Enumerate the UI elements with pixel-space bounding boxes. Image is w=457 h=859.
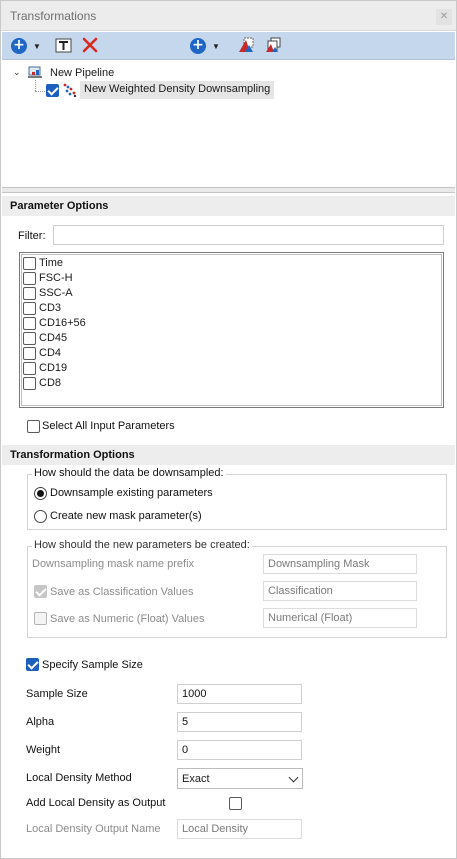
parameter-list-item[interactable]: CD3 xyxy=(22,301,432,316)
parameter-checkbox[interactable] xyxy=(23,347,36,360)
specify-sample-size-label: Specify Sample Size xyxy=(42,659,143,671)
parameter-checkbox[interactable] xyxy=(23,287,36,300)
parameter-list-item[interactable]: CD8 xyxy=(22,376,432,391)
parameter-checkbox[interactable] xyxy=(23,302,36,315)
classification-checkbox[interactable] xyxy=(34,585,47,598)
transformation-options-header: Transformation Options xyxy=(2,445,455,465)
parameter-label: CD16+56 xyxy=(39,317,86,329)
weight-label: Weight xyxy=(26,744,61,756)
splitter[interactable] xyxy=(2,187,455,193)
sample-size-input[interactable]: 1000 xyxy=(177,684,302,704)
tree-item-label[interactable]: New Weighted Density Downsampling xyxy=(80,81,275,99)
numeric-checkbox[interactable] xyxy=(34,612,47,625)
parameter-label: CD19 xyxy=(39,362,68,374)
radio-create-mask[interactable] xyxy=(34,510,47,523)
parameter-checkbox[interactable] xyxy=(23,332,36,345)
alpha-label: Alpha xyxy=(26,716,55,728)
transformations-window: Transformations ✕ + ▼ + ▼ ⌄ New Pipeline… xyxy=(0,0,457,859)
parameter-checkbox[interactable] xyxy=(23,362,36,375)
delete-icon[interactable] xyxy=(82,37,98,53)
numeric-label: Save as Numeric (Float) Values xyxy=(50,613,205,625)
parameter-checkbox[interactable] xyxy=(23,377,36,390)
parameter-label: FSC-H xyxy=(39,272,73,284)
filter-input[interactable] xyxy=(53,225,444,245)
parameter-options-header: Parameter Options xyxy=(2,196,455,216)
parameter-list-item[interactable]: SSC-A xyxy=(22,286,432,301)
radio-downsample-existing-label: Downsample existing parameters xyxy=(50,487,213,499)
add-transformation-icon[interactable]: + xyxy=(190,38,206,54)
local-density-output-label: Local Density Output Name xyxy=(26,823,161,835)
downsampling-icon xyxy=(63,83,77,98)
sample-size-label: Sample Size xyxy=(26,688,88,700)
radio-downsample-existing[interactable] xyxy=(34,487,47,500)
select-all-checkbox[interactable] xyxy=(27,420,40,433)
parameter-label: CD4 xyxy=(39,347,62,359)
numeric-input[interactable]: Numerical (Float) xyxy=(263,608,417,628)
specify-sample-size-checkbox[interactable] xyxy=(26,658,39,671)
pipeline-tree: ⌄ New Pipeline New Weighted Density Down… xyxy=(2,61,455,187)
title-bar: Transformations ✕ xyxy=(1,1,456,31)
close-icon[interactable]: ✕ xyxy=(436,9,452,25)
select-all-label: Select All Input Parameters xyxy=(42,420,175,432)
radio-create-mask-label: Create new mask parameter(s) xyxy=(50,510,202,522)
filter-label: Filter: xyxy=(18,230,46,242)
alpha-input[interactable]: 5 xyxy=(177,712,302,732)
local-density-method-label: Local Density Method xyxy=(26,772,132,784)
parameter-list-item[interactable]: FSC-H xyxy=(22,271,432,286)
triangle-gate-icon[interactable] xyxy=(237,36,255,54)
parameter-list-item[interactable]: CD19 xyxy=(22,361,432,376)
parameter-label: SSC-A xyxy=(39,287,73,299)
chevron-down-icon xyxy=(288,772,299,783)
parameter-checkbox[interactable] xyxy=(23,272,36,285)
parameter-label: CD45 xyxy=(39,332,68,344)
parameter-list-item[interactable]: Time xyxy=(22,256,432,271)
tree-root-label[interactable]: New Pipeline xyxy=(50,67,114,79)
add-transformation-dropdown-icon[interactable]: ▼ xyxy=(212,42,220,60)
local-density-method-value: Exact xyxy=(182,773,210,785)
parameter-list-item[interactable]: CD4 xyxy=(22,346,432,361)
weight-input[interactable]: 0 xyxy=(177,740,302,760)
add-pipeline-icon[interactable]: + xyxy=(11,38,27,54)
new-params-group-title: How should the new parameters be created… xyxy=(32,539,252,551)
collapse-chevron-icon[interactable]: ⌄ xyxy=(13,67,21,78)
parameter-label: Time xyxy=(39,257,64,269)
parameter-list-item[interactable]: CD45 xyxy=(22,331,432,346)
parameter-list[interactable]: Time FSC-H SSC-A CD3 CD16+56 CD45 CD4 CD19 CD8 xyxy=(19,252,444,408)
parameter-label: CD3 xyxy=(39,302,62,314)
add-local-density-checkbox[interactable] xyxy=(229,797,242,810)
copy-gate-icon[interactable] xyxy=(264,36,282,54)
classification-label: Save as Classification Values xyxy=(50,586,194,598)
add-pipeline-dropdown-icon[interactable]: ▼ xyxy=(33,42,41,60)
mask-prefix-input[interactable]: Downsampling Mask xyxy=(263,554,417,574)
local-density-method-select[interactable]: Exact xyxy=(177,768,303,789)
add-local-density-label: Add Local Density as Output xyxy=(26,797,166,809)
rename-icon[interactable] xyxy=(55,38,73,54)
mask-prefix-label: Downsampling mask name prefix xyxy=(32,558,195,570)
local-density-output-input[interactable]: Local Density xyxy=(177,819,302,839)
parameter-checkbox[interactable] xyxy=(23,317,36,330)
tree-item-checkbox[interactable] xyxy=(46,84,59,97)
parameter-label: CD8 xyxy=(39,377,62,389)
parameter-list-item[interactable]: CD16+56 xyxy=(22,316,432,331)
window-title: Transformations xyxy=(10,9,97,23)
downsample-group-title: How should the data be downsampled: xyxy=(32,467,226,479)
pipeline-icon xyxy=(28,66,42,79)
parameter-checkbox[interactable] xyxy=(23,257,36,270)
classification-input[interactable]: Classification xyxy=(263,581,417,601)
toolbar: + ▼ + ▼ xyxy=(2,32,455,60)
